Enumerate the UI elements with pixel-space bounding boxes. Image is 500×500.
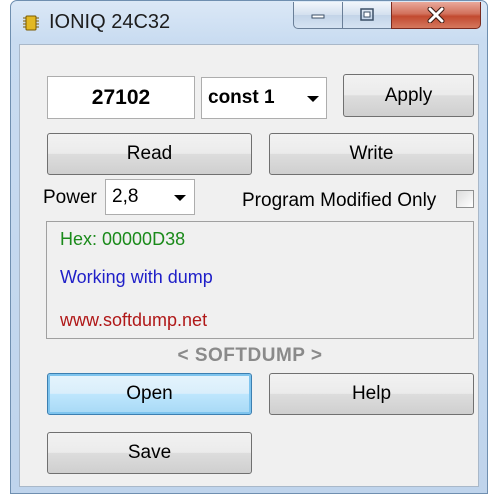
open-button[interactable]: Open (47, 373, 252, 415)
mode-select-value: const 1 (208, 87, 275, 108)
power-label: Power (43, 187, 97, 208)
power-select[interactable]: 2,8 (105, 179, 195, 215)
chevron-down-icon (307, 96, 319, 102)
status-text: Working with dump (60, 267, 213, 287)
website-link[interactable]: www.softdump.net (60, 310, 207, 331)
close-button[interactable] (391, 2, 481, 29)
read-button[interactable]: Read (47, 133, 252, 175)
minimize-icon (311, 14, 325, 19)
client-area: 27102 const 1 Apply Read Write Power 2,8… (19, 44, 479, 487)
save-button[interactable]: Save (47, 432, 252, 474)
brand-label: < SOFTDUMP > (177, 345, 323, 366)
write-button[interactable]: Write (269, 133, 474, 175)
maximize-button[interactable] (342, 2, 392, 29)
help-button[interactable]: Help (269, 373, 474, 415)
program-modified-only-label: Program Modified Only (242, 190, 437, 211)
chevron-down-icon (174, 195, 186, 201)
minimize-button[interactable] (293, 2, 343, 29)
power-select-value: 2,8 (112, 186, 139, 207)
apply-button[interactable]: Apply (343, 74, 474, 117)
hex-value: Hex: 00000D38 (60, 229, 186, 249)
window-title: IONIQ 24C32 (49, 11, 171, 33)
value-field[interactable]: 27102 (47, 76, 195, 119)
app-window: IONIQ 24C32 27102 const 1 Apply Read Wri… (10, 0, 488, 494)
close-icon (427, 7, 445, 23)
maximize-icon (360, 8, 374, 21)
mode-select[interactable]: const 1 (201, 77, 327, 119)
title-bar[interactable]: IONIQ 24C32 (11, 1, 487, 43)
chip-icon (23, 15, 39, 31)
program-modified-only-checkbox[interactable] (456, 190, 474, 208)
info-panel: Hex: 00000D38 Working with dump www.soft… (46, 221, 474, 339)
